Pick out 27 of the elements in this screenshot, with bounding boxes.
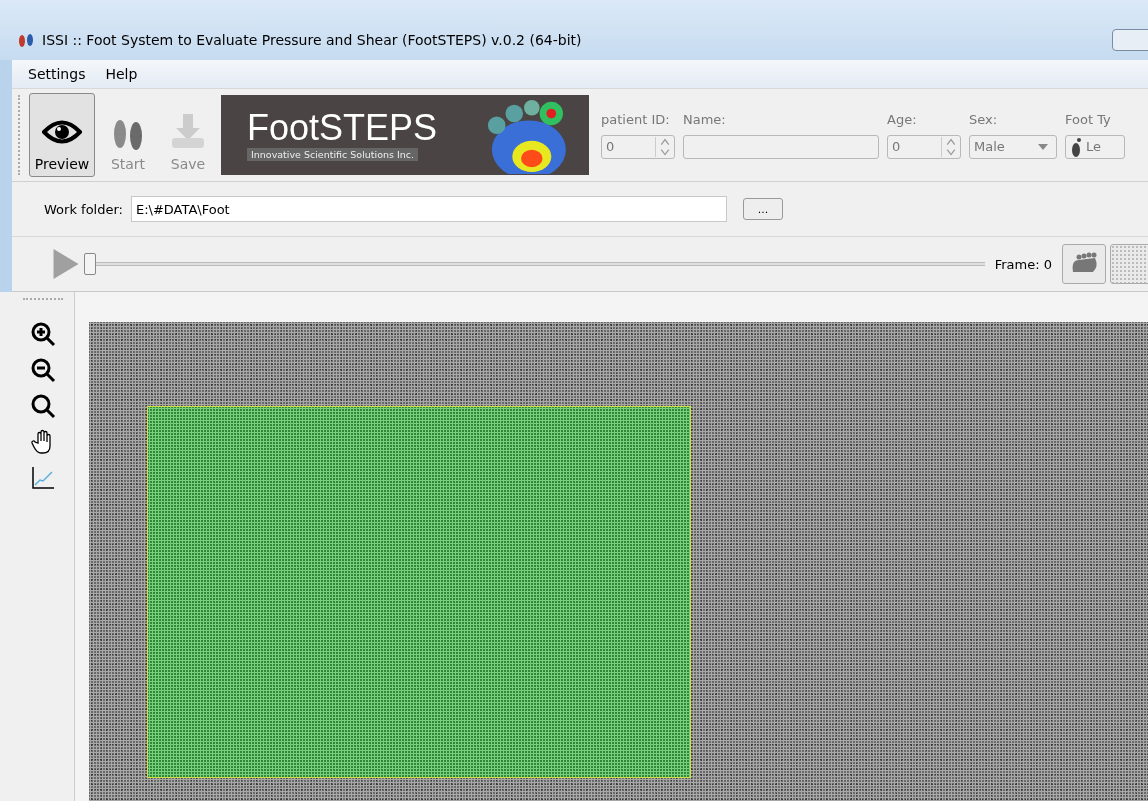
minimize-button[interactable] — [1112, 29, 1148, 51]
toolbar-button[interactable]: Preview — [29, 93, 95, 177]
menu-item[interactable]: Settings — [28, 66, 86, 82]
field-label: Sex: — [969, 111, 999, 127]
foot-view-button[interactable] — [1062, 244, 1106, 284]
work-folder-field[interactable]: E:\#DATA\Foot — [130, 196, 727, 222]
menu-item[interactable]: Help — [105, 66, 138, 82]
line-chart-icon[interactable] — [30, 465, 56, 491]
feet-icon — [16, 31, 36, 49]
play-icon[interactable] — [52, 249, 80, 279]
logo-title: FootSTEPS — [247, 109, 438, 146]
grid-view-button[interactable] — [1110, 244, 1148, 284]
field-label: Work folder: — [44, 201, 123, 217]
browse-button[interactable]: ... — [742, 198, 783, 220]
field-label: Name: — [683, 111, 727, 127]
logo-subtitle: Innovative Scientific Solutions Inc. — [247, 147, 419, 161]
field-label: Foot Ty — [1065, 111, 1112, 127]
zoom-in-icon[interactable] — [30, 321, 56, 347]
field-label: patient ID: — [601, 111, 671, 127]
caret-icon — [1038, 143, 1048, 150]
field-label: Age: — [887, 111, 918, 127]
footprint-icon — [1070, 136, 1082, 157]
search-icon[interactable] — [30, 393, 56, 419]
frame-counter: Frame: 0 — [994, 256, 1052, 272]
slider-handle[interactable] — [84, 253, 96, 275]
zoom-out-icon[interactable] — [30, 357, 56, 383]
window-title: ISSI :: Foot System to Evaluate Pressure and Shear (FootSTEPS) v.0.2 (64-bit) — [42, 32, 583, 48]
